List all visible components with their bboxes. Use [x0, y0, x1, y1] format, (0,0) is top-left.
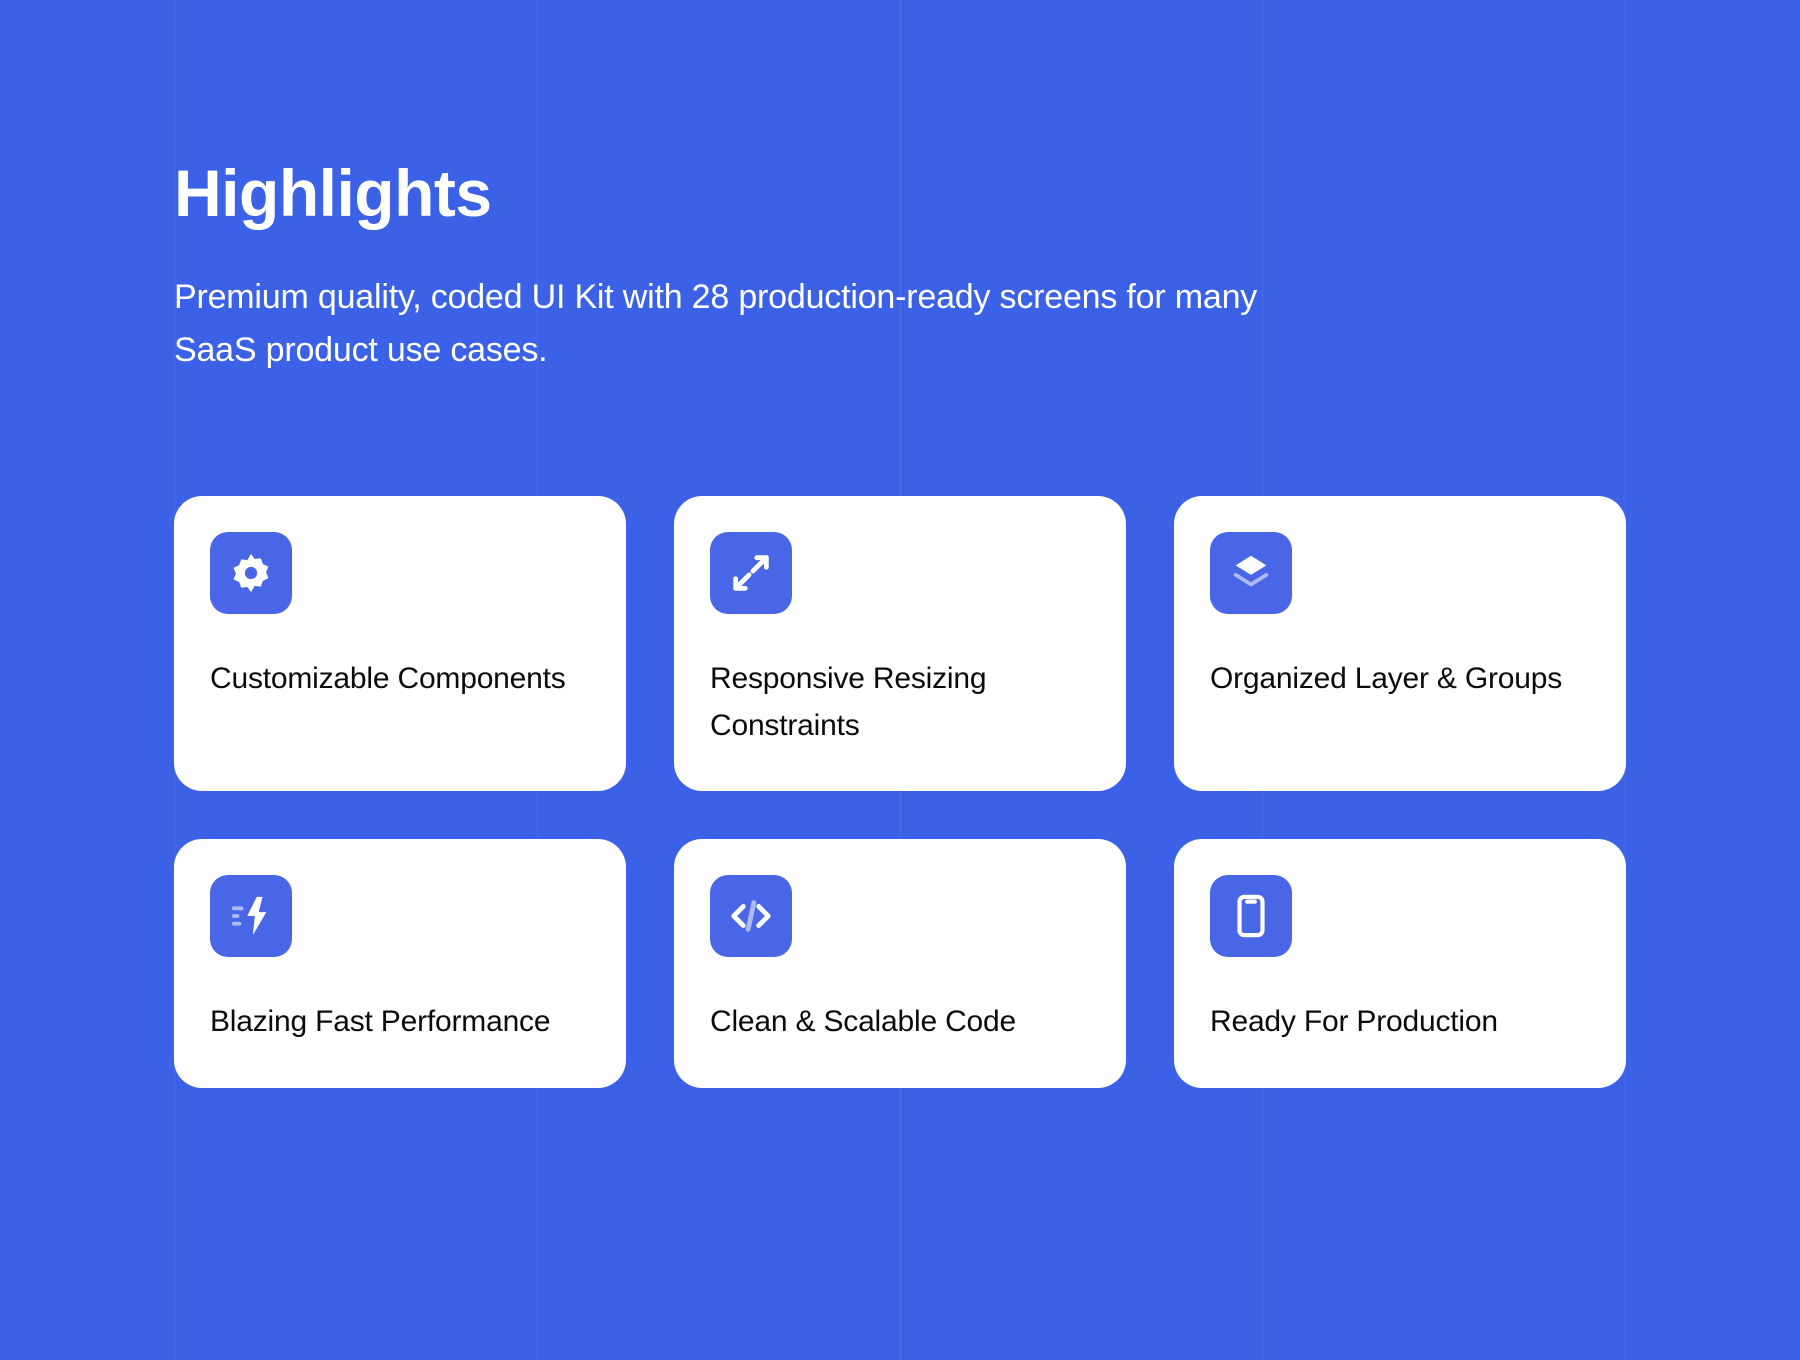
feature-card-production: Ready For Production	[1174, 839, 1626, 1088]
layers-icon	[1210, 532, 1292, 614]
feature-card-customizable: Customizable Components	[174, 496, 626, 791]
feature-card-title: Blazing Fast Performance	[210, 999, 590, 1046]
highlights-section: Highlights Premium quality, coded UI Kit…	[0, 0, 1800, 1088]
feature-card-title: Organized Layer & Groups	[1210, 656, 1590, 703]
section-title: Highlights	[174, 155, 1626, 231]
feature-cards-grid: Customizable Components Responsive Resiz…	[174, 496, 1626, 1088]
feature-card-responsive: Responsive Resizing Constraints	[674, 496, 1126, 791]
code-icon	[710, 875, 792, 957]
resize-icon	[710, 532, 792, 614]
feature-card-code: Clean & Scalable Code	[674, 839, 1126, 1088]
feature-card-title: Responsive Resizing Constraints	[710, 656, 1090, 749]
feature-card-organized: Organized Layer & Groups	[1174, 496, 1626, 791]
feature-card-performance: Blazing Fast Performance	[174, 839, 626, 1088]
section-subtitle: Premium quality, coded UI Kit with 28 pr…	[174, 271, 1274, 376]
lightning-bolt-icon	[210, 875, 292, 957]
feature-card-title: Ready For Production	[1210, 999, 1590, 1046]
feature-card-title: Customizable Components	[210, 656, 590, 703]
feature-card-title: Clean & Scalable Code	[710, 999, 1090, 1046]
gear-icon	[210, 532, 292, 614]
phone-icon	[1210, 875, 1292, 957]
